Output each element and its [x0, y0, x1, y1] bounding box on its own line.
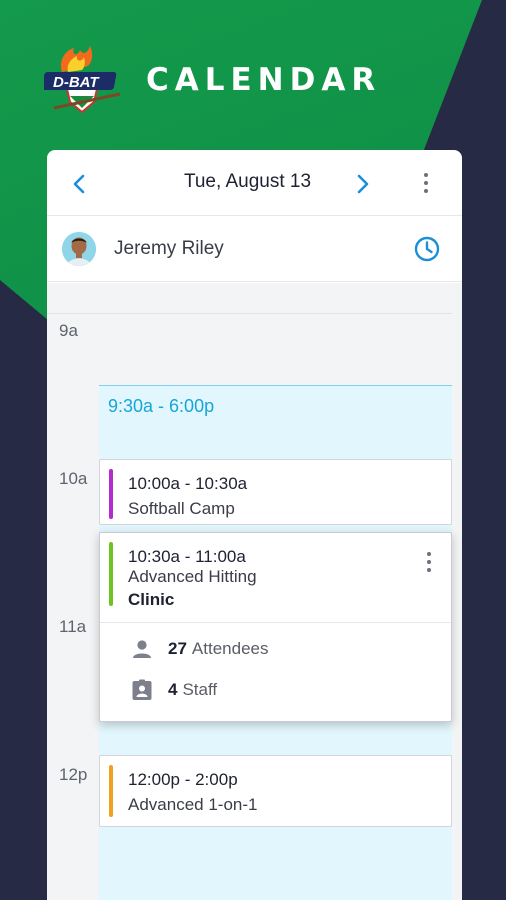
event-color-bar [109, 765, 113, 817]
chevron-right-icon [357, 174, 369, 194]
person-icon [133, 640, 151, 658]
more-vert-icon [427, 552, 431, 556]
event-title-line1: Advanced Hitting [128, 567, 257, 586]
clock-button[interactable] [413, 235, 441, 263]
event-color-bar [109, 542, 113, 606]
event-time: 10:30a - 11:00a [128, 547, 246, 566]
logo-text: D-BAT [53, 74, 99, 91]
hour-label-12p: 12p [59, 765, 88, 784]
more-vert-icon [424, 173, 428, 177]
attendees-row[interactable]: 27 Attendees [130, 637, 268, 661]
event-options-button[interactable] [419, 547, 439, 577]
event-title: Advanced Hitting Clinic [128, 565, 257, 611]
user-name: Jeremy Riley [114, 237, 224, 259]
event-color-bar [109, 469, 113, 519]
event-time: 10:00a - 10:30a [128, 474, 248, 493]
event-card-advanced-hitting-clinic[interactable]: 10:30a - 11:00a Advanced Hitting Clinic … [99, 532, 452, 722]
event-title-line2: Clinic [128, 590, 175, 609]
hour-label-11a: 11a [59, 617, 87, 636]
event-title: Advanced 1-on-1 [128, 795, 258, 814]
event-divider [100, 622, 451, 623]
hour-divider [47, 313, 452, 314]
calendar-card: Tue, August 13 Jeremy Riley 9a 9:30a - 6… [47, 150, 462, 900]
date-navigation-bar: Tue, August 13 [47, 150, 462, 216]
hour-label-9a: 9a [59, 321, 78, 340]
next-day-button[interactable] [349, 170, 377, 198]
staff-label: Staff [182, 680, 218, 699]
dbat-logo: D-BAT [42, 42, 134, 118]
event-card-softball-camp[interactable]: 10:00a - 10:30a Softball Camp [99, 459, 452, 525]
app-title: CALENDAR [146, 62, 382, 98]
day-schedule[interactable]: 9a 9:30a - 6:00p 10a 11a 12p 10:00a - 10… [47, 283, 462, 900]
staff-count: 4 [168, 680, 178, 699]
event-title: Softball Camp [128, 499, 235, 518]
event-card-advanced-1-on-1[interactable]: 12:00p - 2:00p Advanced 1-on-1 [99, 755, 452, 827]
more-options-button[interactable] [413, 168, 439, 198]
current-date[interactable]: Tue, August 13 [47, 171, 462, 193]
staff-row[interactable]: 4 Staff [130, 678, 217, 702]
user-bar: Jeremy Riley [47, 216, 462, 282]
hour-label-10a: 10a [59, 469, 88, 488]
clock-icon [414, 236, 440, 262]
attendees-count: 27 [168, 639, 187, 658]
availability-time: 9:30a - 6:00p [108, 396, 215, 416]
attendees-label: Attendees [191, 639, 269, 658]
staff-badge-icon [132, 679, 152, 700]
event-time: 12:00p - 2:00p [128, 770, 238, 789]
app-header: D-BAT CALENDAR [42, 40, 382, 120]
avatar[interactable] [62, 231, 96, 266]
